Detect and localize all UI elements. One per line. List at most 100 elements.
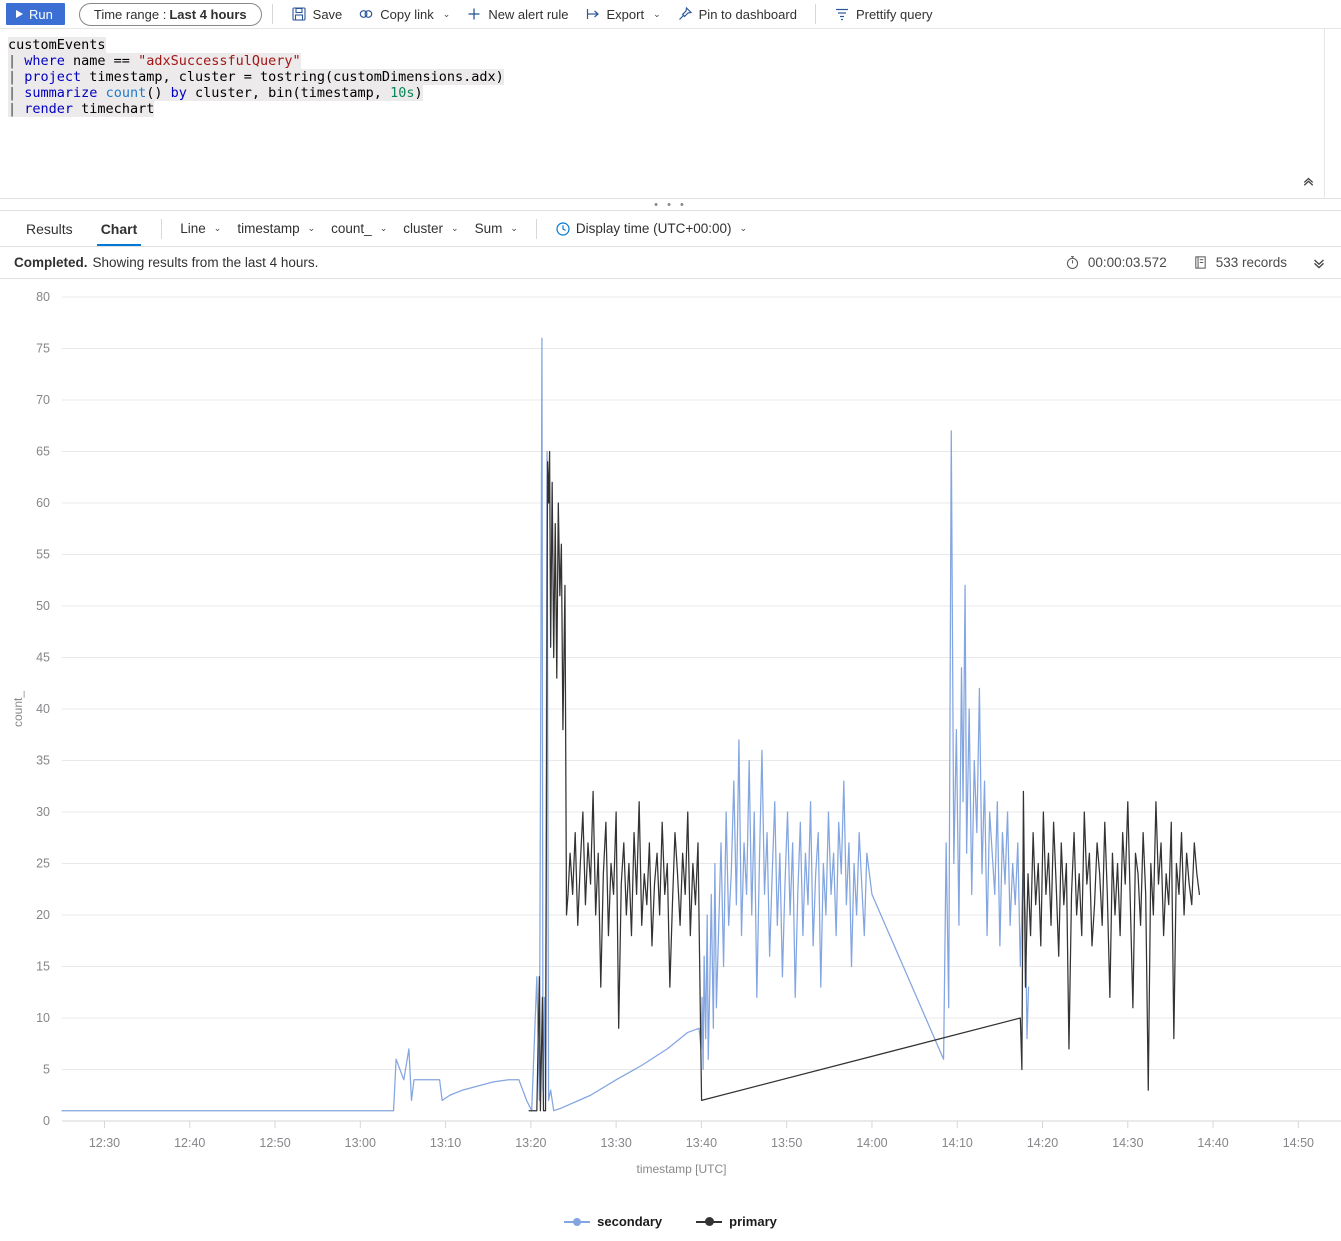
svg-text:50: 50 [36, 599, 50, 613]
chart-type-select[interactable]: Line ⌄ [172, 216, 229, 242]
chevron-down-icon: ⌄ [213, 223, 222, 233]
y-axis-title: count_ [11, 691, 25, 727]
svg-text:14:30: 14:30 [1112, 1136, 1143, 1150]
query-editor[interactable]: customEvents | where name == "adxSuccessf… [0, 29, 1341, 199]
svg-text:40: 40 [36, 702, 50, 716]
save-label: Save [312, 6, 343, 22]
legend-item-secondary[interactable]: secondary [564, 1214, 662, 1229]
svg-text:0: 0 [43, 1114, 50, 1128]
query-line: | project timestamp, cluster = tostring(… [8, 69, 504, 85]
svg-text:14:50: 14:50 [1283, 1136, 1314, 1150]
tabs-divider-1 [161, 218, 163, 239]
x-axis-title: timestamp [UTC] [636, 1162, 726, 1176]
save-disk-icon [291, 6, 307, 22]
query-line: | where name == "adxSuccessfulQuery" [8, 53, 301, 69]
tab-results-label: Results [26, 220, 73, 237]
chevron-down-icon: ⌄ [653, 8, 661, 19]
chevron-double-up-icon[interactable] [1297, 170, 1319, 192]
svg-text:35: 35 [36, 754, 50, 768]
chart-type-value: Line [180, 221, 206, 236]
query-text[interactable]: customEvents | where name == "adxSuccessf… [8, 37, 1341, 117]
status-state: Completed. [14, 255, 88, 270]
svg-text:25: 25 [36, 857, 50, 871]
svg-text:12:30: 12:30 [89, 1136, 120, 1150]
svg-text:60: 60 [36, 496, 50, 510]
save-button[interactable]: Save [283, 2, 351, 26]
pin-icon [677, 6, 693, 22]
run-button-label: Run [29, 6, 53, 22]
legend-marker-primary [696, 1216, 723, 1228]
copy-link-button[interactable]: Copy link ⌄ [350, 2, 458, 26]
svg-text:70: 70 [36, 393, 50, 407]
series-primary[interactable] [528, 450, 1201, 1112]
svg-text:5: 5 [43, 1063, 50, 1077]
timechart[interactable]: 0 5 10 15 20 25 30 35 40 45 50 55 60 65 70 75 80 12:30 12:… [0, 279, 1341, 1239]
svg-text:13:10: 13:10 [430, 1136, 461, 1150]
svg-text:14:10: 14:10 [942, 1136, 973, 1150]
editor-minimap-divider [1324, 29, 1325, 198]
query-line: | summarize count() by cluster, bin(time… [8, 85, 423, 101]
records-icon [1193, 255, 1209, 271]
export-button[interactable]: Export ⌄ [577, 2, 669, 26]
chevron-down-icon: ⌄ [442, 8, 451, 19]
query-duration: 00:00:03.572 [1065, 255, 1167, 271]
pin-to-dashboard-button[interactable]: Pin to dashboard [669, 2, 805, 26]
chevron-down-icon: ⌄ [451, 223, 459, 233]
prettify-query-button[interactable]: Prettify query [826, 2, 941, 26]
record-count: 533 records [1193, 255, 1287, 271]
svg-text:12:50: 12:50 [259, 1136, 290, 1150]
time-range-prefix: Time range : [93, 6, 167, 22]
chart-legend: secondary primary [0, 1214, 1341, 1229]
aggregation-select[interactable]: Sum ⌄ [467, 216, 526, 242]
y-axis-value: count_ [331, 221, 372, 236]
time-range-picker[interactable]: Time range : Last 4 hours [78, 2, 262, 26]
svg-text:65: 65 [36, 445, 50, 459]
record-count-value: 533 records [1215, 255, 1287, 270]
legend-marker-secondary [564, 1216, 591, 1228]
y-axis-select[interactable]: count_ ⌄ [323, 216, 395, 242]
chart-canvas[interactable]: 0 5 10 15 20 25 30 35 40 45 50 55 60 65 70 75 80 12:30 12:… [0, 279, 1341, 1194]
svg-text:13:50: 13:50 [771, 1136, 802, 1150]
export-label: Export [606, 6, 645, 22]
run-button[interactable]: Run [6, 3, 65, 25]
svg-text:55: 55 [36, 548, 50, 562]
new-alert-rule-button[interactable]: New alert rule [458, 2, 576, 26]
plus-icon [466, 6, 482, 22]
display-time-select[interactable]: Display time (UTC+00:00) ⌄ [547, 216, 755, 242]
query-line: | render timechart [8, 101, 155, 117]
chevron-double-down-icon[interactable] [1311, 255, 1327, 271]
query-duration-value: 00:00:03.572 [1087, 255, 1167, 270]
svg-text:15: 15 [36, 960, 50, 974]
x-axis-value: timestamp [237, 221, 300, 236]
export-arrow-icon [585, 6, 601, 22]
new-alert-rule-label: New alert rule [488, 6, 569, 22]
svg-text:10: 10 [36, 1011, 50, 1025]
prettify-query-label: Prettify query [855, 6, 933, 22]
legend-item-primary[interactable]: primary [696, 1214, 777, 1229]
svg-text:14:40: 14:40 [1197, 1136, 1228, 1150]
chevron-down-icon: ⌄ [510, 223, 518, 233]
x-axis-select[interactable]: timestamp ⌄ [229, 216, 323, 242]
pin-to-dashboard-label: Pin to dashboard [698, 6, 797, 22]
results-status-bar: Completed. Showing results from the last… [0, 247, 1341, 279]
results-tabs-row: Results Chart Line ⌄ timestamp ⌄ count_ … [0, 211, 1341, 247]
legend-label-secondary: secondary [597, 1214, 663, 1229]
time-range-value: Last 4 hours [169, 6, 247, 22]
tab-results[interactable]: Results [12, 211, 87, 246]
tab-chart-label: Chart [100, 220, 138, 237]
display-time-label: Display time (UTC+00:00) [575, 221, 732, 236]
svg-text:13:20: 13:20 [515, 1136, 546, 1150]
svg-text:45: 45 [36, 651, 50, 665]
svg-text:30: 30 [36, 805, 50, 819]
chevron-down-icon: ⌄ [307, 223, 316, 233]
chevron-down-icon: ⌄ [739, 223, 748, 233]
top-toolbar: Run Time range : Last 4 hours Save Copy … [0, 0, 1341, 29]
svg-text:13:40: 13:40 [686, 1136, 717, 1150]
copy-link-label: Copy link [380, 6, 434, 22]
tab-chart[interactable]: Chart [87, 211, 152, 246]
tabs-divider-2 [535, 218, 537, 239]
editor-results-splitter[interactable]: • • • [0, 199, 1341, 211]
query-line: customEvents [8, 37, 106, 53]
legend-label-primary: primary [729, 1214, 777, 1229]
split-by-select[interactable]: cluster ⌄ [395, 216, 466, 242]
